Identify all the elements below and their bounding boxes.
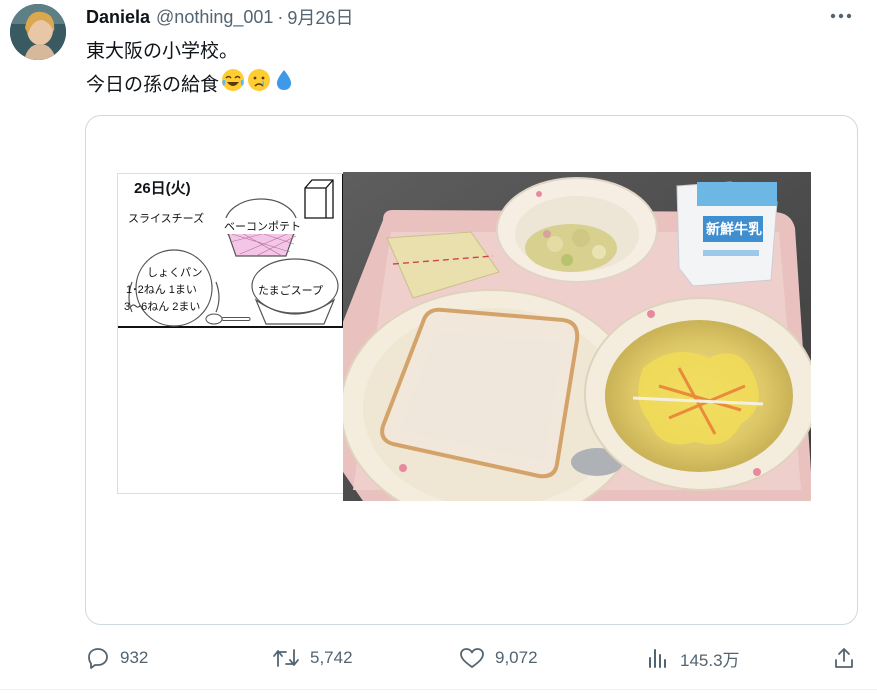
tweet-header: Daniela @nothing_001 · 9月26日	[86, 4, 353, 30]
tweet-date[interactable]: 9月26日	[287, 4, 353, 30]
menu-item-cheese: スライスチーズ	[128, 213, 205, 225]
milk-carton-icon	[304, 179, 334, 219]
separator: ·	[277, 6, 284, 27]
face-with-tears-of-joy-icon	[221, 68, 245, 103]
menu-item-soup: たまごスープ	[258, 285, 324, 297]
retweet-count: 5,742	[310, 648, 353, 667]
tweet-text: 東大阪の小学校。 今日の孫の給食	[86, 36, 295, 103]
menu-date: 26日(火)	[134, 180, 191, 197]
heart-icon	[460, 648, 484, 668]
lunch-photo: 新鮮牛乳	[343, 172, 811, 501]
milk-carton-label: 新鮮牛乳	[706, 221, 762, 238]
more-options-button[interactable]	[827, 4, 855, 28]
avatar-image	[10, 4, 66, 60]
menu-bread-line-1: 1･2ねん 1まい	[126, 284, 197, 296]
tweet-media[interactable]: 26日(火) スライスチーズ ベーコンポテト しょくパン 1･2ねん 1まい 3…	[85, 115, 858, 625]
menu-item-bread: しょくパン	[147, 267, 203, 279]
retweet-icon	[273, 649, 299, 667]
more-dots-icon	[830, 13, 852, 19]
droplet-icon	[273, 68, 295, 103]
menu-panel: 26日(火) スライスチーズ ベーコンポテト しょくパン 1･2ねん 1まい 3…	[118, 174, 344, 328]
tweet-text-line-1: 東大阪の小学校。	[86, 41, 239, 62]
tweet-text-line-2-text: 今日の孫の給食	[86, 74, 220, 96]
user-handle[interactable]: @nothing_001	[156, 7, 273, 28]
avatar[interactable]	[10, 4, 66, 60]
views-button[interactable]: 145.3万	[646, 640, 740, 676]
reply-icon	[88, 648, 108, 669]
menu-item-potato: ベーコンポテト	[224, 218, 301, 234]
tweet-actions: 932 5,742 9,072 145.3万	[0, 640, 877, 676]
analytics-icon	[649, 649, 666, 668]
views-count: 145.3万	[680, 650, 740, 670]
spoon-icon	[205, 313, 251, 325]
crying-face-icon	[247, 68, 271, 103]
share-icon	[835, 648, 853, 668]
display-name[interactable]: Daniela	[86, 7, 150, 28]
like-button[interactable]: 9,072	[459, 640, 538, 676]
reply-count: 932	[120, 648, 149, 667]
like-count: 9,072	[495, 648, 538, 667]
menu-bread-line-2: 3～6ねん 2まい	[124, 301, 201, 313]
retweet-button[interactable]: 5,742	[272, 640, 353, 676]
reply-button[interactable]: 932	[86, 640, 148, 676]
divider	[0, 689, 877, 690]
menu-illustration: 26日(火) スライスチーズ ベーコンポテト しょくパン 1･2ねん 1まい 3…	[117, 173, 345, 494]
tweet-text-line-2: 今日の孫の給食	[86, 68, 295, 103]
share-button[interactable]	[832, 640, 866, 676]
